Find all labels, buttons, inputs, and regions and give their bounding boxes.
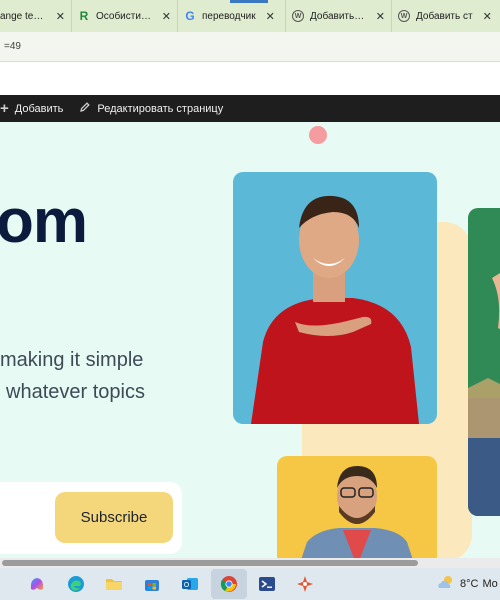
hero-line-1: making it simple (0, 349, 144, 371)
pencil-icon (79, 101, 91, 116)
close-icon[interactable]: ✕ (483, 10, 492, 23)
address-text: =49 (4, 41, 21, 52)
browser-tab-5[interactable]: W Добавить ст ✕ (392, 0, 500, 32)
edit-page-label: Редактировать страницу (97, 102, 224, 115)
hero-line-2: whatever topics (6, 381, 145, 403)
browser-tab-3[interactable]: G переводчик ✕ (178, 0, 286, 32)
person-photo-third (468, 208, 500, 516)
r-icon: R (79, 9, 89, 23)
tab-title: Особистий к (96, 10, 152, 22)
toolbar-spacer (0, 62, 500, 95)
svg-text:O: O (184, 581, 190, 589)
hero-title: om (0, 187, 88, 256)
wordpress-icon: W (398, 10, 410, 22)
close-icon[interactable]: ✕ (162, 10, 171, 23)
decorative-dot (309, 126, 327, 144)
weather-description: Mo (482, 577, 498, 590)
tab-indicator (230, 0, 268, 3)
person-photo-secondary (277, 456, 437, 558)
tab-title: Добавить ст (416, 10, 473, 22)
app-icon[interactable] (295, 574, 315, 594)
add-new-button[interactable]: + Добавить (0, 95, 71, 122)
tab-title: Добавить ст (310, 10, 366, 22)
wp-admin-bar: + Добавить Редактировать страницу (0, 95, 500, 122)
weather-temperature: 8°C (460, 577, 479, 590)
weather-icon (436, 574, 456, 593)
horizontal-scrollbar[interactable] (0, 558, 500, 568)
browser-tab-2[interactable]: R Особистий к ✕ (72, 0, 178, 32)
close-icon[interactable]: ✕ (266, 10, 275, 23)
person-photo-main (233, 172, 437, 424)
store-icon[interactable] (142, 574, 162, 594)
edit-page-button[interactable]: Редактировать страницу (71, 95, 231, 122)
google-icon: G (185, 9, 195, 23)
edge-icon[interactable] (66, 574, 86, 594)
add-new-label: Добавить (14, 102, 64, 115)
wordpress-icon: W (292, 10, 304, 22)
scrollbar-thumb[interactable] (2, 560, 418, 566)
subscribe-button[interactable]: Subscribe (55, 492, 173, 543)
chrome-icon[interactable] (219, 574, 239, 594)
close-icon[interactable]: ✕ (376, 10, 385, 23)
plus-icon: + (0, 100, 9, 117)
browser-tab-1[interactable]: ange temp ✕ (0, 0, 72, 32)
outlook-icon[interactable]: O (180, 574, 200, 594)
page-content: om making it simple whatever topics Subs… (0, 122, 500, 558)
address-bar[interactable]: =49 (0, 32, 500, 62)
hero-description: making it simple whatever topics (0, 344, 145, 408)
powershell-icon[interactable] (257, 574, 277, 594)
browser-tab-strip: ange temp ✕ R Особистий к ✕ G переводчик… (0, 0, 500, 32)
tab-title: переводчик (202, 10, 256, 22)
close-icon[interactable]: ✕ (56, 10, 65, 23)
browser-tab-4[interactable]: W Добавить ст ✕ (286, 0, 392, 32)
system-tray[interactable]: 8°C Mo (436, 574, 498, 593)
copilot-icon[interactable] (27, 574, 47, 594)
tab-title: ange temp (0, 10, 46, 22)
file-explorer-icon[interactable] (104, 574, 124, 594)
